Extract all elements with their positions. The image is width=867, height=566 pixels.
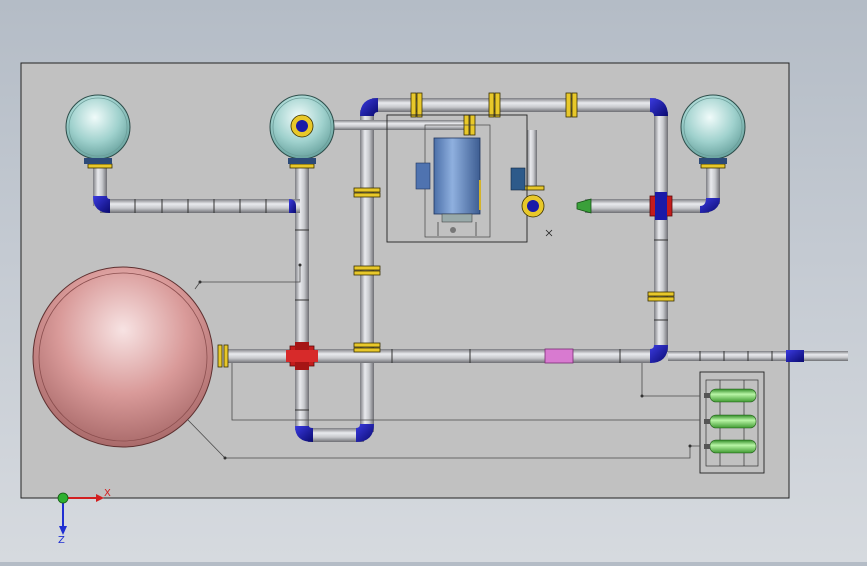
flange[interactable] [647,296,675,302]
pink-pipe-section[interactable] [544,348,574,364]
flange[interactable] [217,344,223,368]
pipe-h-left-header[interactable] [100,199,300,213]
flange[interactable] [289,163,315,169]
flange[interactable] [488,92,495,118]
flange[interactable] [571,92,578,118]
skid-vessel[interactable] [433,137,481,215]
pipe-v-skid-return[interactable] [527,130,537,190]
gas-cylinder[interactable] [704,414,757,429]
tee-right-cross[interactable] [649,192,673,220]
flange[interactable] [700,163,726,169]
flange[interactable] [87,163,113,169]
flange[interactable] [647,291,675,297]
flange[interactable] [223,344,229,368]
flange[interactable] [353,347,381,353]
flange[interactable] [565,92,572,118]
cad-scene[interactable]: X Z [0,0,867,562]
flange[interactable] [353,192,381,198]
skid-motor[interactable] [415,162,431,190]
pipe-h-bottom-loop[interactable] [308,428,364,442]
tee-main-cross[interactable] [286,342,318,370]
flange[interactable] [353,265,381,271]
pipe-h-pump-discharge[interactable] [585,199,709,213]
flange[interactable] [353,342,381,348]
gas-cylinder[interactable] [704,388,757,403]
pipe-v-right-riser[interactable] [654,112,668,352]
flange[interactable] [416,92,423,118]
pipe-h-outlet-line[interactable] [668,351,848,361]
outlet-coupling[interactable] [786,350,804,362]
cad-viewport[interactable]: X Z [0,0,867,562]
flange[interactable] [410,92,417,118]
axis-z-label: Z [58,535,65,546]
flange[interactable] [353,187,381,193]
flange[interactable] [353,270,381,276]
spherical-storage-tank[interactable] [32,266,214,448]
gas-cylinder[interactable] [704,439,757,454]
flange[interactable] [494,92,501,118]
axis-x-label: X [104,488,111,499]
